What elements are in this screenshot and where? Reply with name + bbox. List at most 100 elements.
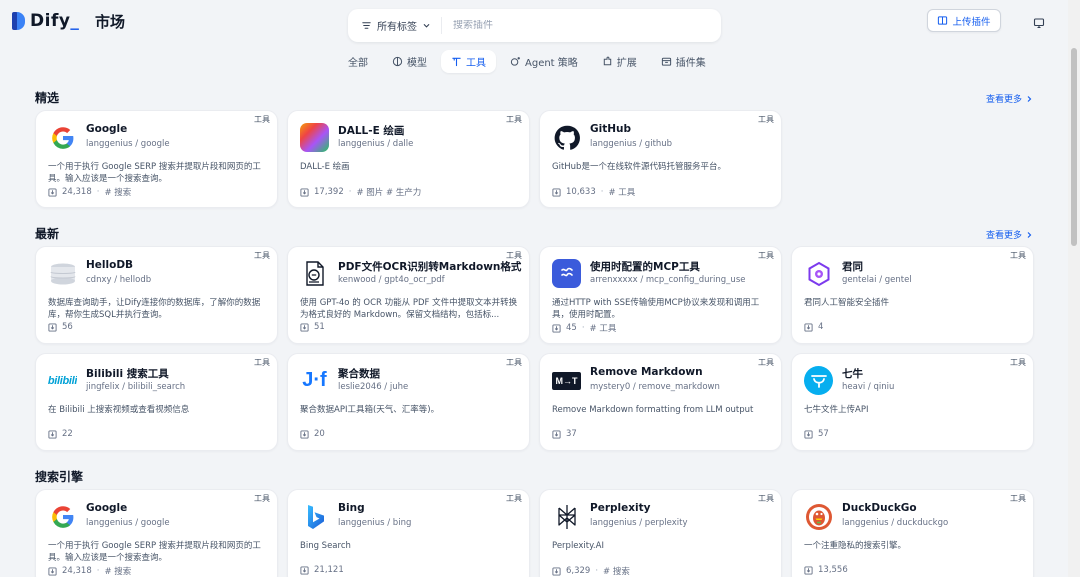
tab-label: 工具: [466, 58, 486, 69]
juhe-logo-icon: J·f: [302, 369, 327, 391]
plugin-card-duckduckgo[interactable]: DuckDuckGo langgenius / duckduckgo 工具 一个…: [791, 489, 1034, 577]
plugin-type-badge: 工具: [758, 358, 774, 367]
plugin-card-bilibili[interactable]: bilibili Bilibili 搜索工具 jingfelix / bilib…: [35, 353, 278, 451]
book-open-icon: [938, 16, 948, 25]
plugin-description: 数据库查询助手，让Dify连接你的数据库，了解你的数据库，帮你生成SQL并执行查…: [48, 298, 261, 320]
meta-separator: ·: [581, 323, 585, 333]
plugin-description: 使用 GPT-4o 的 OCR 功能从 PDF 文件中提取文本并转换为格式良好的…: [300, 298, 518, 320]
tab-label: 扩展: [616, 58, 637, 69]
install-icon: [552, 566, 561, 576]
tab-all[interactable]: 全部: [338, 50, 378, 73]
plugin-name: Bing: [338, 502, 365, 514]
plugin-card-perplexity[interactable]: Perplexity langgenius / perplexity 工具 Pe…: [539, 489, 782, 577]
tab-extension[interactable]: 扩展: [592, 50, 647, 73]
plugin-org: langgenius / duckduckgo: [842, 518, 949, 528]
dify-logo[interactable]: Dify_: [12, 11, 79, 31]
upload-plugin-label: 上传插件: [952, 16, 991, 28]
chevron-down-icon: [423, 24, 430, 28]
install-icon: [48, 187, 57, 197]
plugin-type-badge: 工具: [758, 494, 774, 503]
plugin-description: 一个用于执行 Google SERP 搜索并提取片段和网页的工具。输入应该是一个…: [48, 541, 261, 563]
plugin-type-badge: 工具: [254, 251, 270, 260]
section-title-featured: 精选: [35, 91, 60, 105]
agent-icon: [510, 57, 520, 66]
model-icon: [392, 56, 403, 67]
plugin-org: langgenius / bing: [338, 518, 412, 528]
meta-separator: ·: [96, 566, 100, 576]
install-count: 37: [566, 429, 577, 439]
scrollbar-thumb[interactable]: [1071, 48, 1077, 246]
install-icon: [300, 322, 309, 332]
plugin-org: langgenius / perplexity: [590, 518, 688, 528]
plugin-tags: # 工具: [589, 324, 617, 334]
bilibili-logo-icon: bilibili: [48, 374, 77, 387]
tab-model[interactable]: 模型: [382, 50, 437, 73]
plugin-meta: 24,318 · # 搜索: [48, 186, 131, 198]
install-count: 24,318: [62, 187, 92, 197]
plugin-org: mystery0 / remove_markdown: [590, 382, 720, 392]
plugin-name: 七牛: [842, 368, 863, 380]
install-count: 4: [818, 322, 824, 332]
plugin-card-pdf-ocr[interactable]: PDF文件OCR识别转Markdown格式 kenwood / gpt4o_oc…: [287, 246, 530, 344]
plugin-org: cdnxy / hellodb: [86, 275, 152, 285]
tab-label: 模型: [407, 58, 427, 69]
install-count: 17,392: [314, 187, 344, 197]
install-count: 10,633: [566, 187, 596, 197]
plugin-meta: 4: [804, 322, 823, 332]
plugin-card-hellodb[interactable]: HelloDB cdnxy / hellodb 工具 数据库查询助手，让Dify…: [35, 246, 278, 344]
plugin-card-remove-markdown[interactable]: M→T Remove Markdown mystery0 / remove_ma…: [539, 353, 782, 451]
install-icon: [48, 429, 57, 439]
plugin-description: Perplexity.AI: [552, 541, 604, 551]
plugin-meta: 22: [48, 429, 73, 439]
pdf-ocr-logo-icon: [300, 259, 329, 288]
plugin-org: langgenius / google: [86, 139, 170, 149]
plugin-name: HelloDB: [86, 259, 134, 271]
monitor-icon[interactable]: [1033, 14, 1045, 33]
install-icon: [300, 429, 309, 439]
tab-label: Agent 策略: [525, 58, 578, 69]
plugin-card-google-search[interactable]: Google langgenius / google 工具 一个用于执行 Goo…: [35, 489, 278, 577]
perplexity-logo-icon: [552, 502, 581, 531]
install-icon: [552, 429, 561, 439]
plugin-type-badge: 工具: [758, 115, 774, 124]
install-icon: [552, 187, 561, 197]
plugin-card-qiniu[interactable]: 七牛 heavi / qiniu 工具 七牛文件上传API 57: [791, 353, 1034, 451]
plugin-description: 在 Bilibili 上搜索视频或查看视频信息: [48, 405, 190, 415]
tag-filter-dropdown[interactable]: 所有标签: [348, 17, 442, 34]
plugin-meta: 57: [804, 429, 829, 439]
view-more-latest-link[interactable]: 查看更多: [986, 228, 1033, 241]
bundle-icon: [661, 57, 671, 66]
upload-plugin-button[interactable]: 上传插件: [927, 9, 1001, 32]
plugin-card-gentel[interactable]: 君同 gentelai / gentel 工具 君同人工智能安全插件 4: [791, 246, 1034, 344]
plugin-card-bing[interactable]: Bing langgenius / bing 工具 Bing Search 21…: [287, 489, 530, 577]
plugin-type-badge: 工具: [506, 358, 522, 367]
plugin-type-badge: 工具: [506, 494, 522, 503]
plugin-description: 聚合数据API工具箱(天气、汇率等)。: [300, 405, 440, 415]
logo-text: Dify: [30, 11, 71, 31]
install-count: 22: [62, 429, 73, 439]
search-input[interactable]: [442, 20, 682, 31]
plugin-card-juhe[interactable]: J·f 聚合数据 leslie2046 / juhe 工具 聚合数据API工具箱…: [287, 353, 530, 451]
plugin-card-dalle[interactable]: DALL-E 绘画 langgenius / dalle 工具 DALL-E 绘…: [287, 110, 530, 208]
view-more-featured-link[interactable]: 查看更多: [986, 92, 1033, 105]
page-scrollbar[interactable]: [1068, 0, 1080, 577]
plugin-description: 七牛文件上传API: [804, 405, 869, 415]
plugin-name: DuckDuckGo: [842, 502, 917, 514]
plugin-card-mcp[interactable]: 使用时配置的MCP工具 arrenxxxxx / mcp_config_duri…: [539, 246, 782, 344]
tab-tool[interactable]: 工具: [441, 50, 496, 73]
plugin-org: leslie2046 / juhe: [338, 382, 409, 392]
google-logo-icon: [48, 502, 77, 531]
tab-agent-strategy[interactable]: Agent 策略: [500, 50, 588, 73]
install-icon: [552, 323, 561, 333]
search-bar: 所有标签: [348, 9, 721, 42]
plugin-card-google[interactable]: Google langgenius / google 工具 一个用于执行 Goo…: [35, 110, 278, 208]
qiniu-logo-icon: [804, 366, 833, 395]
tab-bundle[interactable]: 插件集: [651, 50, 716, 73]
extension-icon: [603, 56, 611, 66]
view-more-label: 查看更多: [986, 231, 1023, 241]
plugin-tags: # 工具: [608, 188, 636, 198]
mcp-logo-icon: [552, 259, 581, 288]
plugin-card-github[interactable]: GitHub langgenius / github 工具 GitHub是一个在…: [539, 110, 782, 208]
dify-logo-icon: [12, 12, 26, 30]
plugin-tags: # 图片 # 生产力: [356, 188, 422, 198]
